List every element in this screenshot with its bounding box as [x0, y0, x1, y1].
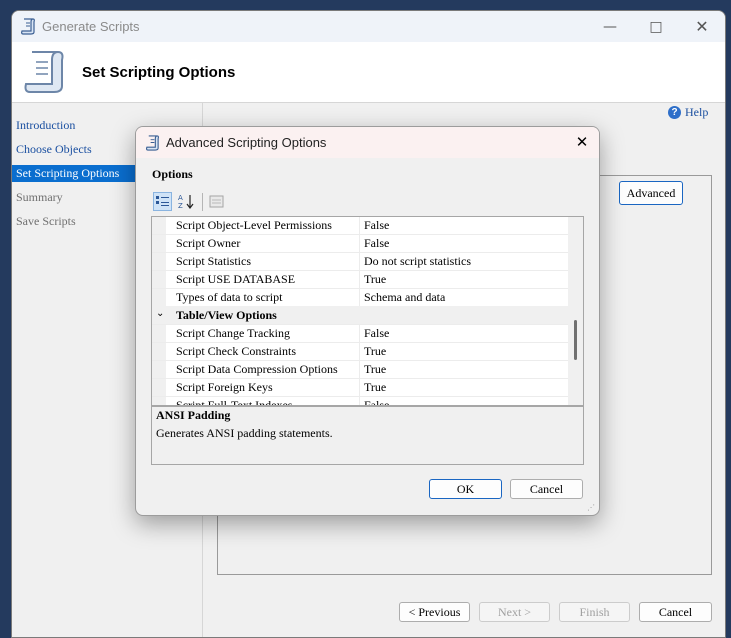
dialog-cancel-button[interactable]: Cancel — [510, 479, 583, 499]
description-text: Generates ANSI padding statements. — [156, 426, 333, 440]
minimize-button[interactable]: — — [587, 11, 633, 42]
category-row-table-view-options[interactable]: ⌄ Table/View Options — [152, 306, 568, 325]
property-grid: Script Object-Level Permissions False Scr… — [151, 216, 584, 406]
close-button[interactable]: ✕ — [679, 11, 725, 42]
advanced-scripting-options-dialog: Advanced Scripting Options ✕ Options AZ … — [135, 126, 600, 516]
options-label: Options — [152, 167, 193, 181]
dialog-title-bar: Advanced Scripting Options ✕ — [136, 127, 599, 158]
resize-grip-icon[interactable]: ⋰ — [587, 503, 595, 512]
chevron-down-icon[interactable]: ⌄ — [156, 308, 164, 319]
property-row[interactable]: Script Check Constraints True — [152, 342, 568, 361]
categorized-view-icon[interactable] — [153, 192, 172, 211]
property-row[interactable]: Types of data to script Schema and data — [152, 288, 568, 307]
svg-text:A: A — [178, 194, 183, 202]
dialog-close-icon[interactable]: ✕ — [572, 132, 592, 152]
description-pane: ANSI Padding Generates ANSI padding stat… — [151, 406, 584, 465]
sort-alphabetical-icon[interactable]: AZ — [177, 192, 196, 211]
property-row[interactable]: Script Foreign Keys True — [152, 378, 568, 397]
property-row[interactable]: Script Owner False — [152, 234, 568, 253]
grid-scrollbar[interactable] — [568, 217, 583, 405]
wizard-header: Set Scripting Options — [12, 42, 725, 103]
help-label: Help — [685, 105, 709, 119]
description-title: ANSI Padding — [156, 408, 231, 422]
toolbar-separator — [202, 193, 203, 211]
advanced-button[interactable]: Advanced — [619, 181, 683, 205]
maximize-button[interactable]: □ — [633, 11, 679, 42]
help-icon: ? — [668, 106, 681, 119]
ok-button[interactable]: OK — [429, 479, 502, 499]
property-row[interactable]: Script Change Tracking False — [152, 324, 568, 343]
property-row[interactable]: Script Statistics Do not script statistic… — [152, 252, 568, 271]
property-row[interactable]: Script USE DATABASE True — [152, 270, 568, 289]
previous-button[interactable]: < Previous — [399, 602, 470, 622]
scrollbar-thumb[interactable] — [574, 320, 577, 360]
scroll-icon — [22, 48, 66, 100]
property-row[interactable]: Script Object-Level Permissions False — [152, 217, 568, 235]
svg-text:Z: Z — [178, 202, 183, 210]
page-title: Set Scripting Options — [82, 64, 236, 81]
next-button: Next > — [479, 602, 550, 622]
scroll-icon — [20, 17, 36, 39]
property-row[interactable]: Script Data Compression Options True — [152, 360, 568, 379]
cancel-button[interactable]: Cancel — [639, 602, 712, 622]
property-row[interactable]: Script Full-Text Indexes False — [152, 396, 568, 405]
window-title: Generate Scripts — [42, 19, 140, 34]
dialog-title: Advanced Scripting Options — [166, 135, 327, 150]
property-pages-icon — [207, 192, 226, 211]
help-link[interactable]: ? Help — [668, 105, 708, 120]
title-bar: Generate Scripts — □ ✕ — [12, 11, 725, 42]
scroll-icon — [145, 134, 160, 155]
finish-button: Finish — [559, 602, 630, 622]
